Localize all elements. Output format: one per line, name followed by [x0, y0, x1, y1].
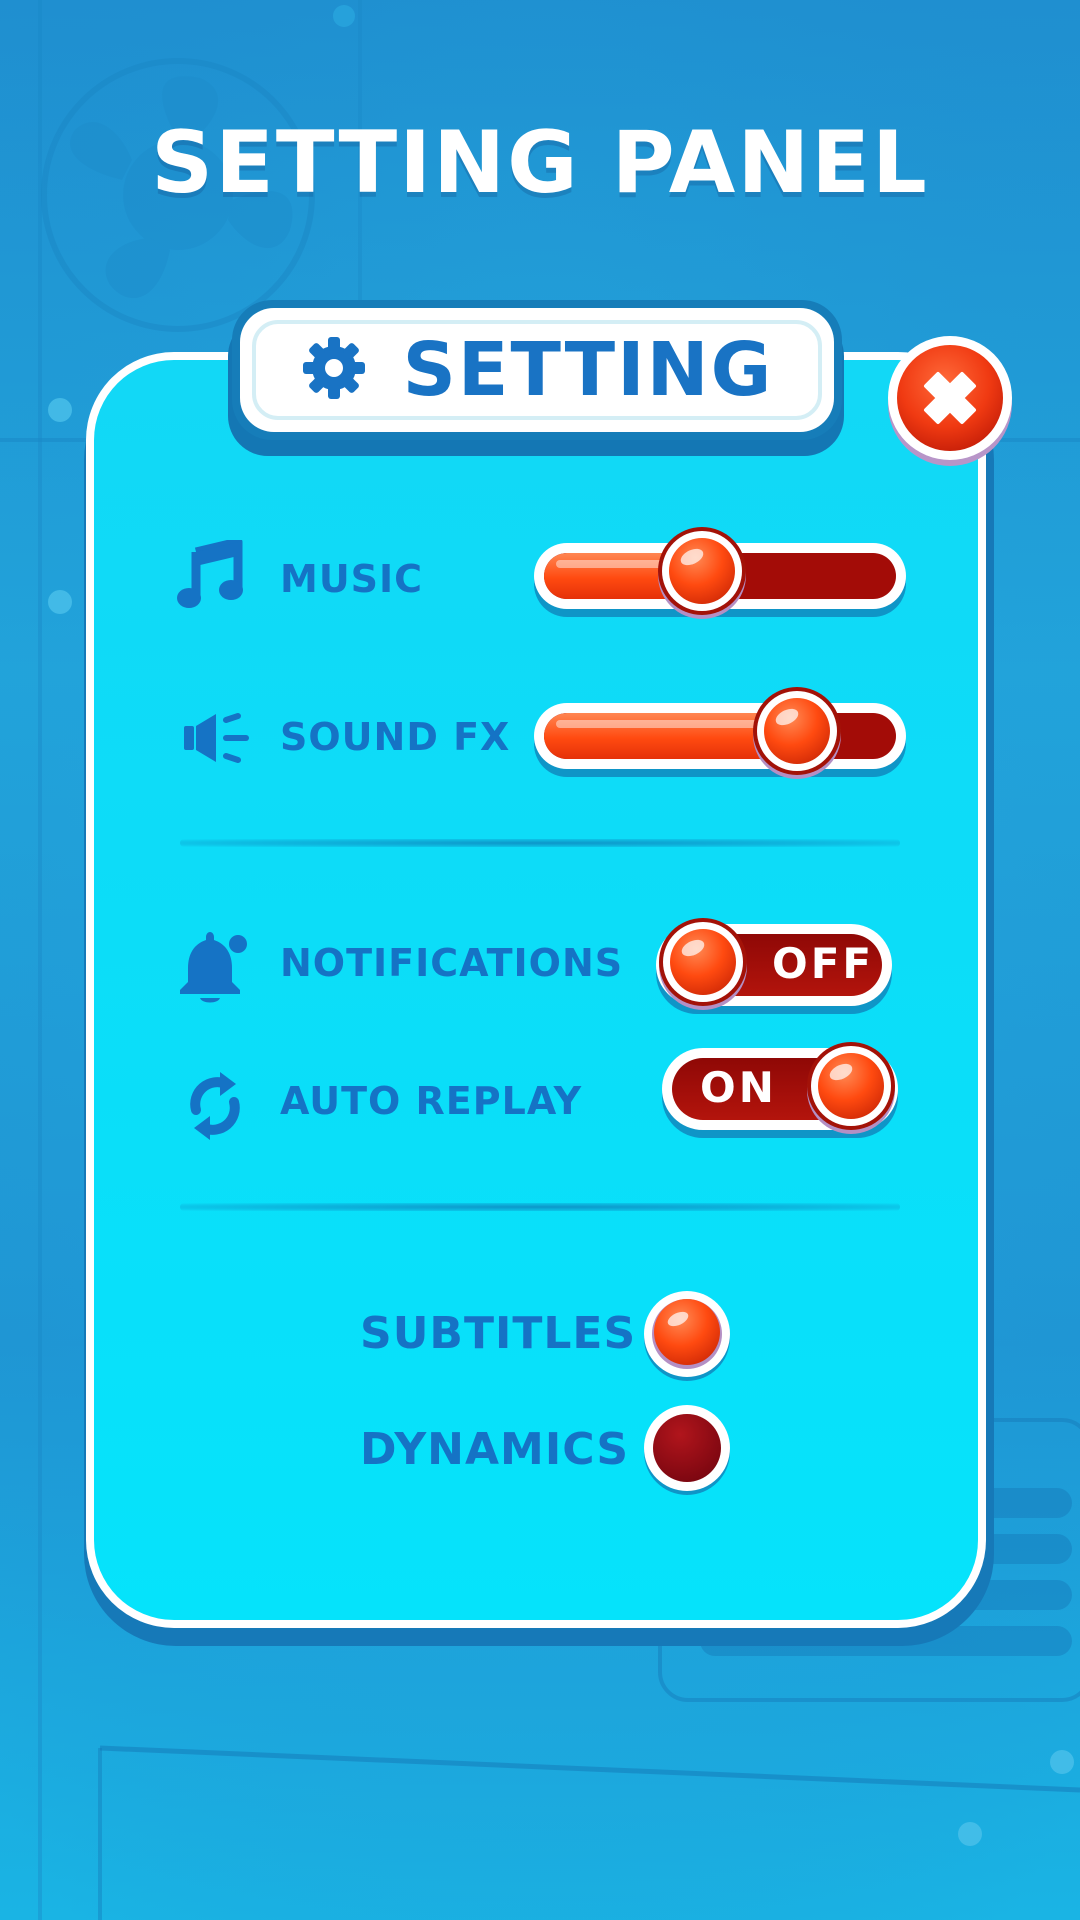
- sound-fx-slider-track: [534, 703, 906, 769]
- auto-replay-label: AUTO REPLAY: [280, 1079, 583, 1123]
- close-icon: [888, 336, 1012, 466]
- sound-fx-label: SOUND FX: [280, 715, 511, 759]
- panel-header-face: SETTING: [240, 308, 834, 432]
- section-divider: [180, 1203, 900, 1211]
- bell-icon: [178, 930, 250, 1010]
- music-note-icon: [176, 537, 246, 614]
- panel-header: SETTING: [232, 300, 842, 440]
- dynamics-radio[interactable]: [642, 1404, 732, 1495]
- music-slider-knob[interactable]: [655, 525, 749, 619]
- page-title: SETTING PANEL: [151, 113, 929, 213]
- subtitles-radio-knob: [644, 1291, 730, 1381]
- sound-fx-slider[interactable]: [534, 687, 906, 779]
- auto-replay-toggle-state: ON: [700, 1063, 777, 1112]
- close-button[interactable]: [884, 334, 1016, 466]
- subtitles-label: SUBTITLES: [360, 1308, 637, 1359]
- panel-title: SETTING: [402, 327, 774, 413]
- notifications-toggle-knob: [659, 918, 747, 1010]
- music-label: MUSIC: [280, 557, 424, 601]
- auto-replay-toggle[interactable]: ON: [662, 1042, 898, 1136]
- replay-icon: [182, 1070, 248, 1146]
- gear-icon: [301, 335, 367, 405]
- music-slider[interactable]: [534, 527, 906, 619]
- dynamics-label: DYNAMICS: [360, 1424, 630, 1475]
- sound-fx-slider-knob[interactable]: [750, 685, 844, 779]
- panel-header-inner: SETTING: [252, 320, 822, 420]
- notifications-label: NOTIFICATIONS: [280, 941, 624, 985]
- subtitles-radio[interactable]: [642, 1290, 732, 1381]
- auto-replay-toggle-knob: [807, 1042, 895, 1134]
- notifications-toggle[interactable]: OFF: [656, 918, 892, 1012]
- section-divider: [180, 839, 900, 847]
- speaker-icon: [182, 712, 254, 768]
- dynamics-radio-knob: [644, 1405, 730, 1495]
- notifications-toggle-state: OFF: [772, 939, 875, 988]
